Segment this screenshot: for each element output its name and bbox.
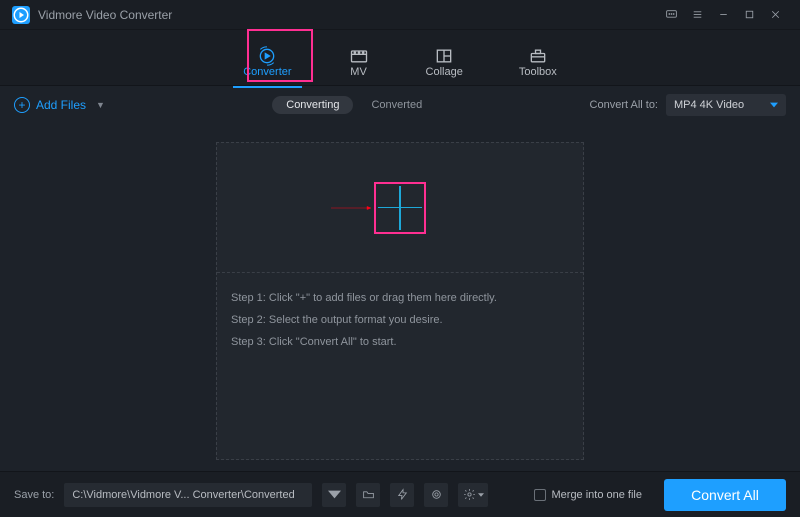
plus-circle-icon xyxy=(14,97,30,113)
tab-label: Toolbox xyxy=(519,66,557,78)
tab-toolbox[interactable]: Toolbox xyxy=(511,34,565,82)
add-files-plus-button[interactable] xyxy=(374,182,426,234)
chevron-down-icon: ▼ xyxy=(96,100,105,110)
dropzone[interactable]: Step 1: Click "+" to add files or drag t… xyxy=(216,142,584,460)
output-format-dropdown[interactable]: MP4 4K Video xyxy=(666,94,786,116)
save-to-label: Save to: xyxy=(14,489,54,501)
maximize-icon[interactable] xyxy=(736,2,762,28)
output-path-value: C:\Vidmore\Vidmore V... Converter\Conver… xyxy=(72,489,294,501)
add-files-button[interactable]: Add Files ▼ xyxy=(14,97,105,113)
output-path-field[interactable]: C:\Vidmore\Vidmore V... Converter\Conver… xyxy=(64,483,312,507)
add-files-label: Add Files xyxy=(36,98,86,112)
format-selected-value: MP4 4K Video xyxy=(674,99,744,111)
close-icon[interactable] xyxy=(762,2,788,28)
menu-icon[interactable] xyxy=(684,2,710,28)
hardware-accel-button[interactable] xyxy=(390,483,414,507)
converted-tab[interactable]: Converted xyxy=(371,99,422,111)
open-folder-button[interactable] xyxy=(356,483,380,507)
settings-button[interactable] xyxy=(458,483,488,507)
merge-label: Merge into one file xyxy=(552,489,643,501)
instruction-step3: Step 3: Click "Convert All" to start. xyxy=(231,331,569,353)
convert-all-to-label: Convert All to: xyxy=(590,99,658,111)
tab-converter[interactable]: Converter xyxy=(235,34,299,82)
converting-tab[interactable]: Converting xyxy=(272,96,353,114)
tab-collage[interactable]: Collage xyxy=(418,34,471,82)
tab-label: Collage xyxy=(426,66,463,78)
convert-all-button[interactable]: Convert All xyxy=(664,479,786,511)
convert-all-label: Convert All xyxy=(691,487,759,503)
checkbox-icon xyxy=(534,489,546,501)
tab-label: MV xyxy=(350,66,367,78)
feedback-icon[interactable] xyxy=(658,2,684,28)
instruction-step1: Step 1: Click "+" to add files or drag t… xyxy=(231,287,569,309)
high-speed-button[interactable] xyxy=(424,483,448,507)
merge-checkbox[interactable]: Merge into one file xyxy=(534,489,643,501)
instruction-step2: Step 2: Select the output format you des… xyxy=(231,309,569,331)
minimize-icon[interactable] xyxy=(710,2,736,28)
path-dropdown-button[interactable] xyxy=(322,483,346,507)
app-title: Vidmore Video Converter xyxy=(38,8,172,22)
tab-label: Converter xyxy=(243,66,291,78)
app-logo xyxy=(12,6,30,24)
tab-mv[interactable]: MV xyxy=(340,34,378,82)
